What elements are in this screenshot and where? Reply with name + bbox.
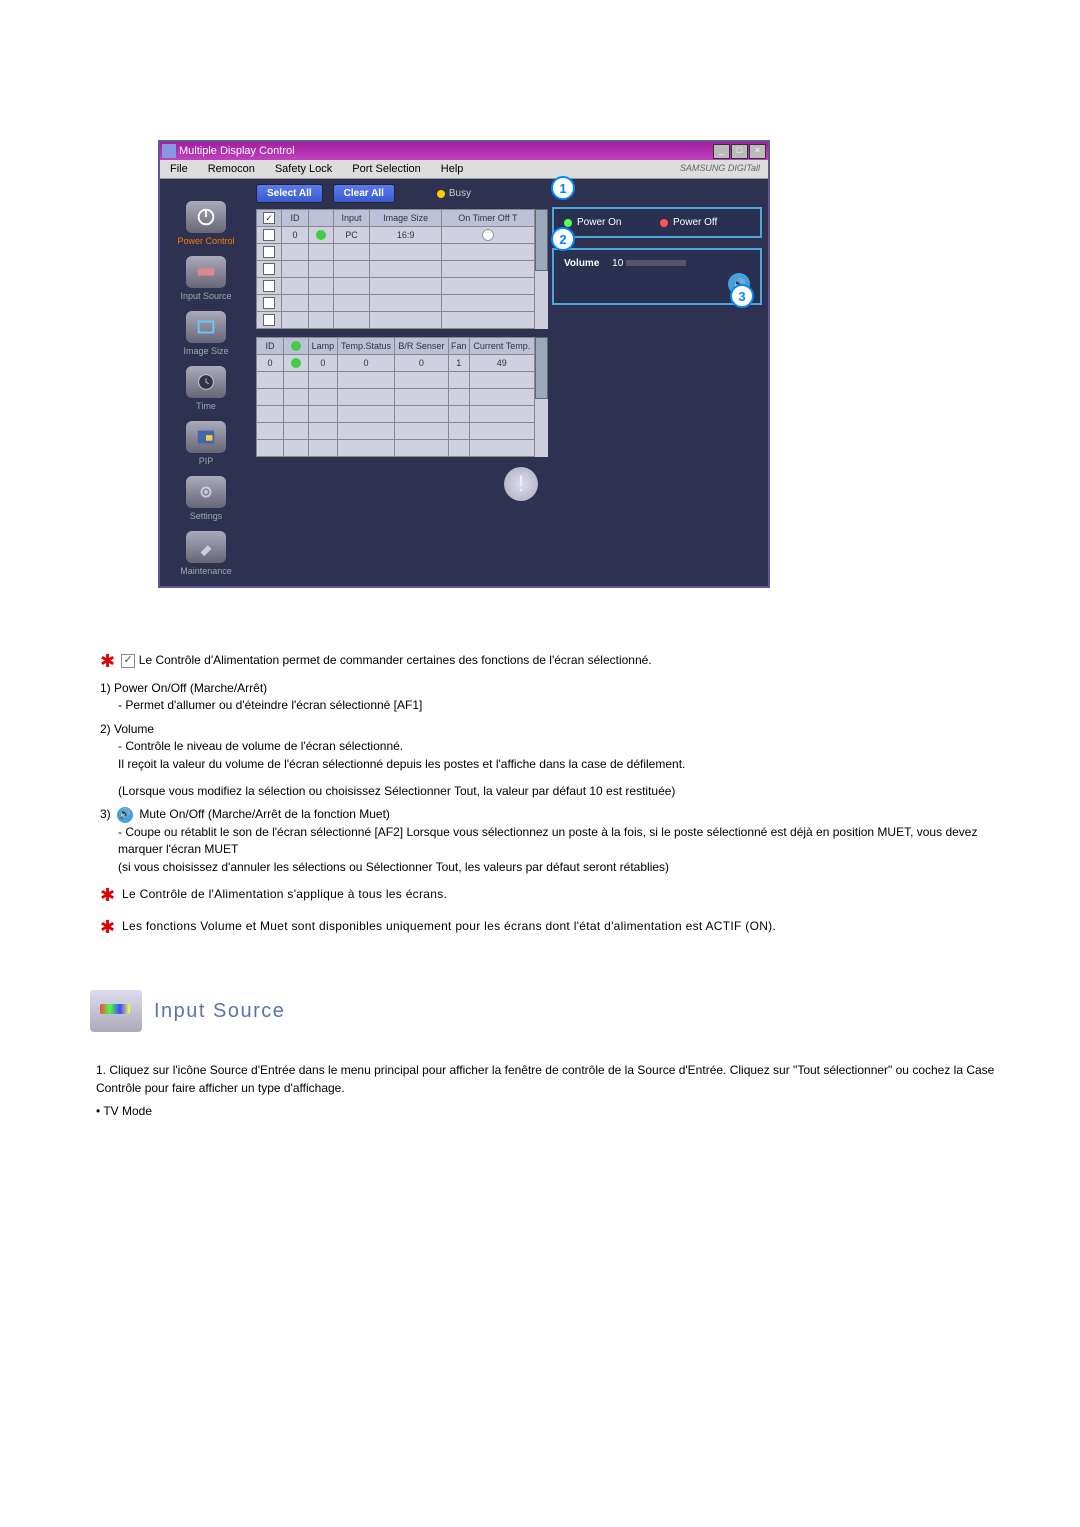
col-br-senser: B/R Senser	[395, 338, 448, 355]
image-size-icon	[186, 311, 226, 343]
mute-icon: 🔊	[117, 807, 133, 823]
row-checkbox[interactable]	[263, 229, 275, 241]
clear-all-button[interactable]: Clear All	[333, 184, 395, 203]
header-checkbox[interactable]	[263, 212, 275, 224]
section-header: Input Source	[90, 990, 1000, 1032]
col-image-size: Image Size	[370, 210, 442, 227]
status-table: ID Lamp Temp.Status B/R Senser Fan Curre…	[256, 337, 535, 457]
input-source-section-icon	[90, 990, 142, 1032]
menubar: File Remocon Safety Lock Port Selection …	[160, 160, 768, 179]
display-table: ID Input Image Size On Timer Off T 0 PC …	[256, 209, 535, 329]
sidebar-label: Input Source	[180, 291, 231, 301]
description-text: ✱ Le Contrôle d'Alimentation permet de c…	[100, 648, 1000, 940]
callout-2: 2	[551, 227, 575, 251]
table-row[interactable]	[257, 312, 535, 329]
star-icon: ✱	[100, 885, 115, 905]
sidebar-label: Maintenance	[180, 566, 232, 576]
col-input: Input	[334, 210, 370, 227]
red-dot-icon	[660, 219, 668, 227]
green-dot-icon	[564, 219, 572, 227]
table-row[interactable]	[257, 440, 535, 457]
sidebar-label: Image Size	[183, 346, 228, 356]
sidebar-item-settings[interactable]: Settings	[160, 476, 252, 521]
minimize-button[interactable]: _	[713, 144, 730, 159]
table-row[interactable]	[257, 389, 535, 406]
power-on-button[interactable]: Power On	[564, 217, 654, 228]
checkbox-icon	[121, 654, 135, 668]
table-row[interactable]: 0 0 0 0 1 49	[257, 355, 535, 372]
col-lamp: Lamp	[309, 338, 338, 355]
menu-file[interactable]: File	[160, 160, 198, 178]
brand-label: SAMSUNG DIGITall	[672, 160, 768, 178]
col-id: ID	[282, 210, 309, 227]
input-source-text: 1. Cliquez sur l'icône Source d'Entrée d…	[96, 1062, 1000, 1120]
col-status	[284, 338, 309, 355]
star-icon: ✱	[100, 651, 115, 671]
table-row[interactable]	[257, 244, 535, 261]
menu-remocon[interactable]: Remocon	[198, 160, 265, 178]
menu-port-selection[interactable]: Port Selection	[342, 160, 430, 178]
table-row[interactable]	[257, 278, 535, 295]
sidebar-item-input-source[interactable]: Input Source	[160, 256, 252, 301]
table-row[interactable]	[257, 406, 535, 423]
busy-dot-icon	[437, 190, 445, 198]
sidebar-item-pip[interactable]: PIP	[160, 421, 252, 466]
sidebar-label: Power Control	[177, 236, 234, 246]
timer-off-icon	[482, 229, 494, 241]
table-row[interactable]	[257, 295, 535, 312]
volume-value: 10	[612, 258, 623, 269]
scrollbar[interactable]	[535, 337, 548, 457]
table-row[interactable]: 0 PC 16:9	[257, 227, 535, 244]
input-source-icon	[186, 256, 226, 288]
app-icon	[162, 144, 176, 158]
time-icon	[186, 366, 226, 398]
scrollbar[interactable]	[535, 209, 548, 329]
lamp-on-icon	[291, 358, 301, 368]
app-window: Multiple Display Control _ □ × File Remo…	[158, 140, 770, 588]
sidebar-item-image-size[interactable]: Image Size	[160, 311, 252, 356]
lamp-on-icon	[316, 230, 326, 240]
sidebar-item-power-control[interactable]: Power Control	[160, 201, 252, 246]
table-row[interactable]	[257, 261, 535, 278]
col-fan: Fan	[448, 338, 469, 355]
table-row[interactable]	[257, 423, 535, 440]
pip-icon	[186, 421, 226, 453]
close-button[interactable]: ×	[749, 144, 766, 159]
power-panel: Power On Power Off	[552, 207, 762, 238]
menu-help[interactable]: Help	[431, 160, 474, 178]
titlebar: Multiple Display Control _ □ ×	[160, 142, 768, 160]
callout-1: 1	[551, 176, 575, 200]
maximize-button[interactable]: □	[731, 144, 748, 159]
alert-icon: !	[504, 467, 538, 501]
sidebar-label: Settings	[190, 511, 223, 521]
window-title: Multiple Display Control	[179, 145, 295, 157]
sidebar-label: PIP	[199, 456, 214, 466]
volume-slider[interactable]	[626, 260, 686, 266]
col-temp-status: Temp.Status	[337, 338, 394, 355]
col-lamp	[309, 210, 334, 227]
menu-safety-lock[interactable]: Safety Lock	[265, 160, 342, 178]
sidebar-label: Time	[196, 401, 216, 411]
table-row[interactable]	[257, 372, 535, 389]
col-current-temp: Current Temp.	[469, 338, 534, 355]
select-all-button[interactable]: Select All	[256, 184, 323, 203]
col-id: ID	[257, 338, 284, 355]
volume-label: Volume	[564, 258, 599, 269]
sidebar-item-time[interactable]: Time	[160, 366, 252, 411]
callout-3: 3	[730, 284, 754, 308]
sidebar: Power Control Input Source Image Size Ti…	[160, 179, 252, 586]
col-on-timer: On Timer Off T	[442, 210, 535, 227]
busy-indicator: Busy	[437, 188, 471, 199]
power-icon	[186, 201, 226, 233]
section-title: Input Source	[154, 1000, 285, 1023]
settings-icon	[186, 476, 226, 508]
star-icon: ✱	[100, 917, 115, 937]
power-off-button[interactable]: Power Off	[660, 217, 750, 228]
sidebar-item-maintenance[interactable]: Maintenance	[160, 531, 252, 576]
maintenance-icon	[186, 531, 226, 563]
